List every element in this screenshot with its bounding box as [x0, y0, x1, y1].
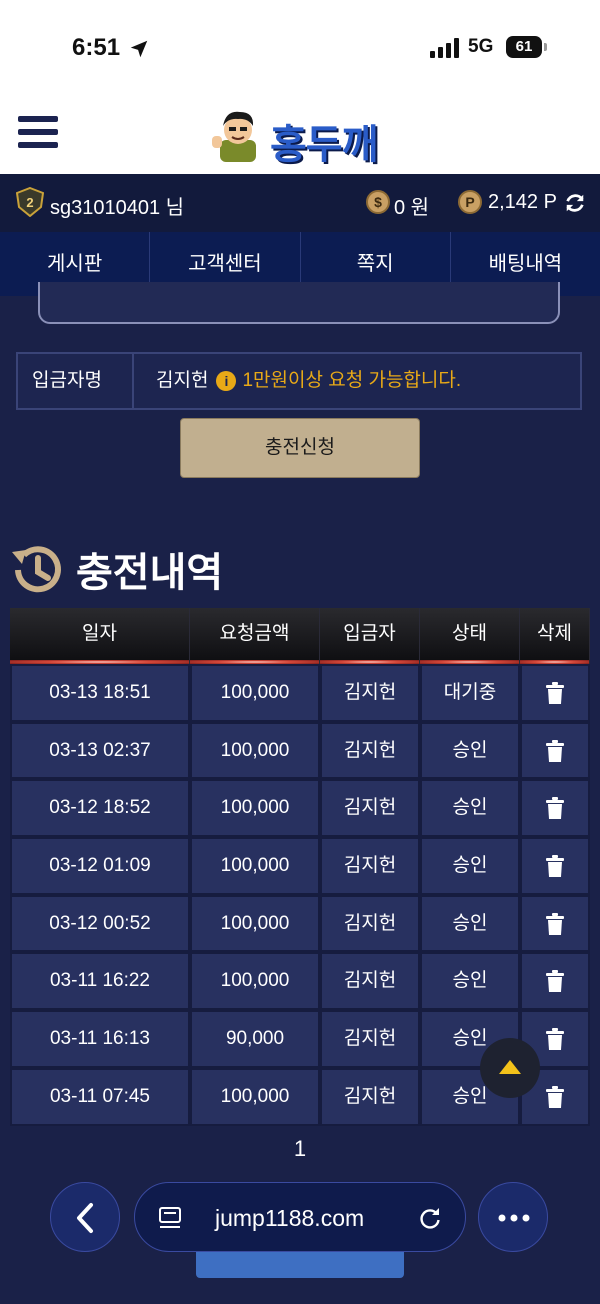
browser-more-button[interactable] [478, 1182, 548, 1252]
info-icon: i [216, 371, 237, 391]
ellipsis-icon [498, 1214, 530, 1222]
cell-amount: 100,000 [190, 952, 320, 1011]
page-number[interactable]: 1 [0, 1136, 600, 1162]
deposit-min-notice: 1만원이상 요청 가능합니다. [242, 370, 462, 391]
scroll-to-top-button[interactable] [480, 1038, 540, 1098]
cell-date: 03-13 18:51 [10, 664, 190, 722]
cell-date: 03-13 02:37 [10, 721, 190, 780]
address-bar[interactable]: jump1188.com [134, 1182, 466, 1252]
cell-amount: 100,000 [190, 894, 320, 953]
cell-status: 승인 [420, 779, 520, 838]
trash-icon[interactable] [546, 681, 564, 704]
depositor-field: 김지헌 i 1만원이상 요청 가능합니다. [134, 354, 580, 408]
status-bar: 6:51 5G 61 [0, 0, 600, 100]
username: sg31010401 님 [50, 197, 185, 219]
money-balance: 0 원 [394, 197, 430, 219]
cell-date: 03-11 16:22 [10, 952, 190, 1011]
table-row: 03-13 02:37 100,000 김지헌 승인 [10, 721, 590, 780]
refresh-icon[interactable] [564, 192, 586, 214]
depositor-row: 입금자명 김지헌 i 1만원이상 요청 가능합니다. [16, 352, 582, 410]
cell-delete [520, 721, 590, 780]
cell-status: 승인 [420, 894, 520, 953]
point-balance: 2,142 P [488, 191, 557, 213]
cell-date: 03-11 07:45 [10, 1067, 190, 1126]
cell-delete [520, 664, 590, 722]
cell-date: 03-12 18:52 [10, 779, 190, 838]
mascot-icon [212, 111, 256, 162]
column-header-delete: 삭제 [520, 608, 590, 664]
table-header: 일자 요청금액 입금자 상태 삭제 [10, 608, 590, 664]
table-row: 03-12 18:52 100,000 김지헌 승인 [10, 779, 590, 838]
cell-delete [520, 779, 590, 838]
location-arrow-icon [130, 40, 148, 58]
column-header-date: 일자 [10, 608, 190, 664]
cell-amount: 100,000 [190, 779, 320, 838]
table-row: 03-12 01:09 100,000 김지헌 승인 [10, 837, 590, 895]
chevron-left-icon [77, 1203, 93, 1233]
cell-amount: 100,000 [190, 721, 320, 780]
trash-icon[interactable] [546, 912, 564, 935]
cell-amount: 100,000 [190, 1067, 320, 1126]
trash-icon[interactable] [546, 1085, 564, 1108]
cell-status: 대기중 [420, 664, 520, 722]
cell-delete [520, 894, 590, 953]
cell-depositor: 김지헌 [320, 837, 420, 895]
cell-date: 03-12 01:09 [10, 837, 190, 895]
charge-request-button[interactable]: 충전신청 [180, 418, 420, 478]
trash-icon[interactable] [546, 1028, 564, 1051]
chevron-up-icon [499, 1060, 521, 1074]
level-badge-icon: 2 [16, 187, 44, 217]
column-header-depositor: 입금자 [320, 608, 420, 664]
user-bar: 2 sg31010401 님 $ 0 원 P 2,142 P [0, 174, 600, 232]
cell-delete [520, 837, 590, 895]
battery-tip [544, 43, 547, 51]
notice-box [38, 282, 560, 324]
depositor-value: 김지헌 [156, 370, 209, 391]
reader-icon[interactable] [157, 1205, 183, 1231]
cell-depositor: 김지헌 [320, 1010, 420, 1068]
cell-status: 승인 [420, 952, 520, 1011]
cell-depositor: 김지헌 [320, 952, 420, 1011]
browser-back-button[interactable] [50, 1182, 120, 1252]
point-icon: P [458, 190, 482, 214]
status-time: 6:51 [72, 34, 121, 61]
coin-icon: $ [366, 190, 390, 214]
trash-icon[interactable] [546, 739, 564, 762]
cell-date: 03-12 00:52 [10, 894, 190, 953]
cell-delete [520, 952, 590, 1011]
cell-depositor: 김지헌 [320, 779, 420, 838]
trash-icon[interactable] [546, 797, 564, 820]
table-row: 03-12 00:52 100,000 김지헌 승인 [10, 894, 590, 953]
depositor-label: 입금자명 [18, 354, 134, 408]
table-row: 03-11 16:22 100,000 김지헌 승인 [10, 952, 590, 1011]
signal-icon [430, 38, 459, 58]
column-header-status: 상태 [420, 608, 520, 664]
cell-status: 승인 [420, 721, 520, 780]
column-header-amount: 요청금액 [190, 608, 320, 664]
cell-amount: 90,000 [190, 1010, 320, 1068]
cell-date: 03-11 16:13 [10, 1010, 190, 1068]
cell-depositor: 김지헌 [320, 721, 420, 780]
history-icon [12, 546, 61, 593]
trash-icon[interactable] [546, 970, 564, 993]
battery-indicator: 61 [506, 36, 542, 58]
logo-text: 홍두깨 [270, 123, 378, 167]
network-type: 5G [468, 36, 494, 57]
cell-amount: 100,000 [190, 664, 320, 722]
section-title: 충전내역 [76, 551, 224, 595]
reload-icon[interactable] [417, 1205, 443, 1231]
cell-depositor: 김지헌 [320, 1067, 420, 1126]
menu-icon[interactable] [18, 116, 58, 152]
cell-depositor: 김지헌 [320, 894, 420, 953]
cell-amount: 100,000 [190, 837, 320, 895]
table-row: 03-13 18:51 100,000 김지헌 대기중 [10, 664, 590, 722]
cell-status: 승인 [420, 837, 520, 895]
trash-icon[interactable] [546, 855, 564, 878]
site-logo[interactable]: 홍두깨 [210, 104, 390, 167]
url-text: jump1188.com [215, 1205, 365, 1231]
svg-text:2: 2 [26, 195, 33, 210]
site-header: 홍두깨 [0, 100, 600, 174]
cell-depositor: 김지헌 [320, 664, 420, 722]
